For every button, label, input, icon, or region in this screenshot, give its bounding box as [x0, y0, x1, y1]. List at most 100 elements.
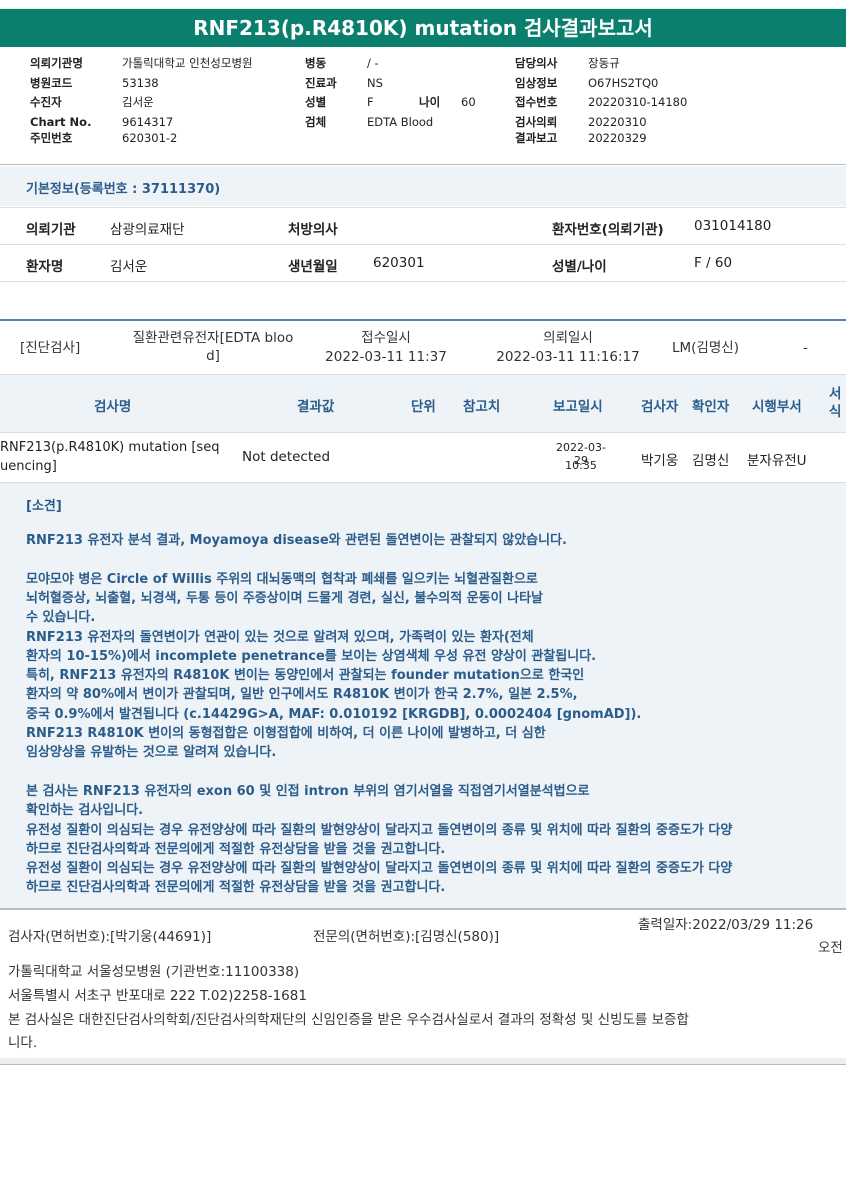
value-request-date: 20220310	[588, 114, 647, 129]
opinion-line: 임상양상을 유발하는 것으로 알려져 있습니다.	[26, 745, 277, 761]
bottom-band	[0, 1058, 846, 1065]
basic-info-title: 기본정보(등록번호 : 37111370)	[26, 182, 221, 197]
received-datetime: 2022-03-11 11:37	[325, 349, 447, 365]
value-dept: NS	[367, 75, 383, 90]
info-row-1: 의뢰기관 삼광의료재단 처방의사 환자번호(의뢰기관) 031014180	[0, 207, 846, 245]
header-col1: 의뢰기관명 가톨릭대학교 인천성모병원 병원코드 53138 수진자 김서운 Char…	[30, 54, 253, 149]
th-form: 서식	[829, 386, 842, 420]
diag-specimen: 질환관련유전자[EDTA bloo d]	[118, 329, 308, 365]
value-patient-name: 김서운	[110, 259, 148, 275]
label-patient-name: 환자명	[26, 259, 64, 275]
label-age: 나이	[419, 95, 441, 109]
value-receipt-no: 20220310-14180	[588, 95, 688, 109]
label-dept: 진료과	[305, 75, 337, 90]
label-ward: 병동	[305, 56, 327, 70]
th-unit: 단위	[411, 399, 436, 415]
value-rrn: 620301-2	[122, 131, 178, 145]
label-clinical: 임상정보	[515, 75, 558, 90]
value-hosp-code: 53138	[122, 75, 159, 90]
opinion-line: 하므로 진단검사의학과 전문의에게 적절한 유전상담을 받을 것을 권고합니다.	[26, 880, 446, 896]
label-req-org-2: 의뢰기관	[26, 222, 76, 238]
value-req-org-2: 삼광의료재단	[110, 222, 185, 238]
row-confirmer: 김명신	[692, 453, 730, 469]
row-result: Not detected	[242, 449, 331, 465]
requested-datetime: 2022-03-11 11:16:17	[496, 349, 640, 365]
diag-specimen-line1: 질환관련유전자[EDTA bloo	[132, 330, 294, 346]
value-specimen: EDTA Blood	[367, 114, 434, 129]
row-test-name-line1: RNF213(p.R4810K) mutation [seq	[0, 440, 220, 455]
opinion-line: RNF213 유전자의 돌연변이가 연관이 있는 것으로 알려져 있으며, 가족…	[26, 629, 534, 645]
opinion-title: [소견]	[26, 499, 62, 514]
opinion-line: 본 검사는 RNF213 유전자의 exon 60 및 인접 intron 부위…	[26, 783, 590, 799]
header-col2: 병동 / - 진료과 NS 성별 F 나이 60 검체 EDTA Blood	[305, 54, 476, 132]
th-result: 결과값	[297, 399, 335, 415]
label-sex-age: 성별/나이	[552, 259, 607, 275]
basic-info-header: 기본정보(등록번호 : 37111370)	[0, 166, 846, 206]
info-row-2: 환자명 김서운 생년월일 620301 성별/나이 F / 60	[0, 244, 846, 282]
value-req-org: 가톨릭대학교 인천성모병원	[122, 56, 253, 70]
opinion-line: 환자의 약 80%에서 변이가 관찰되며, 일반 인구에서도 R4810K 변이…	[26, 687, 578, 703]
footer-hospital: 가톨릭대학교 서울성모병원 (기관번호:11100338)	[8, 964, 300, 980]
diag-dash: -	[803, 340, 808, 356]
row-test-name: RNF213(p.R4810K) mutation [seq uencing]	[0, 438, 219, 476]
label-doctor: 담당의사	[515, 56, 558, 70]
opinion-line: 하므로 진단검사의학과 전문의에게 적절한 유전상담을 받을 것을 권고합니다.	[26, 841, 446, 857]
th-confirmer: 확인자	[692, 399, 730, 415]
opinion-line: 유전성 질환이 의심되는 경우 유전양상에 따라 질환의 발현양상이 달라지고 …	[26, 861, 733, 877]
row-dept: 분자유전U	[747, 453, 807, 469]
value-chart-no: 9614317	[122, 114, 174, 129]
value-patient: 김서운	[122, 95, 154, 109]
report-title: RNF213(p.R4810K) mutation 검사결과보고서	[0, 8, 846, 47]
value-doctor: 장동규	[588, 56, 620, 70]
divider	[0, 319, 846, 321]
footer: 검사자(면허번호):[박기웅(44691)] 전문의(면허번호):[김명신(58…	[0, 910, 846, 1060]
footer-tester: 검사자(면허번호):[박기웅(44691)]	[8, 929, 212, 945]
footer-cert-line1: 본 검사실은 대한진단검사의학회/진단검사의학재단의 신임인증을 받은 우수검사…	[8, 1012, 689, 1028]
footer-address: 서울특별시 서초구 반포대로 222 T.02)2258-1681	[8, 988, 307, 1004]
opinion-line: 유전성 질환이 의심되는 경우 유전양상에 따라 질환의 발현양상이 달라지고 …	[26, 822, 733, 838]
footer-printed: 출력일자:2022/03/29 11:26	[638, 917, 814, 933]
th-test-name: 검사명	[94, 399, 132, 415]
label-rrn: 주민번호	[30, 131, 73, 145]
opinion-line: 확인하는 검사입니다.	[26, 803, 144, 819]
value-clinical: O67HS2TQ0	[588, 75, 659, 90]
opinion-line: RNF213 R4810K 변이의 동형접합은 이형접합에 비하여, 더 이른 …	[26, 726, 546, 741]
opinion-line: 뇌허혈증상, 뇌출혈, 뇌경색, 두통 등이 주증상이며 드물게 경련, 실신,…	[26, 590, 543, 606]
label-specimen: 검체	[305, 114, 327, 129]
th-dept: 시행부서	[752, 399, 802, 415]
value-sex: F	[367, 95, 374, 109]
value-dob: 620301	[373, 255, 425, 271]
value-sex-age: F / 60	[694, 255, 733, 271]
label-prescriber: 처방의사	[288, 222, 338, 238]
opinion-line: 모야모야 병은 Circle of Willis 주위의 대뇌동맥의 협착과 폐…	[26, 571, 538, 587]
footer-specialist: 전문의(면허번호):[김명신(580)]	[313, 929, 500, 945]
label-dob: 생년월일	[288, 259, 338, 275]
footer-ampm: 오전	[818, 940, 843, 956]
table-row: RNF213(p.R4810K) mutation [seq uencing] N…	[0, 432, 846, 482]
value-age: 60	[461, 95, 476, 109]
opinion-line: 환자의 10-15%)에서 incomplete penetrance를 보이는…	[26, 648, 597, 664]
row-test-name-line2: uencing]	[0, 459, 57, 474]
divider	[0, 164, 846, 165]
label-hosp-code: 병원코드	[30, 75, 73, 90]
label-report-date: 결과보고	[515, 131, 558, 145]
value-ward: / -	[367, 56, 379, 70]
th-tester: 검사자	[641, 399, 679, 415]
received-label: 접수일시	[361, 330, 411, 346]
opinion-line: 수 있습니다.	[26, 610, 96, 626]
label-req-org: 의뢰기관명	[30, 56, 83, 70]
opinion-line: 중국 0.9%에서 발견됩니다 (c.14429G>A, MAF: 0.0101…	[26, 706, 642, 722]
label-patient: 수진자	[30, 95, 62, 109]
th-reference: 참고치	[463, 399, 501, 415]
footer-cert-line2: 니다.	[8, 1035, 38, 1051]
value-patient-no: 031014180	[694, 218, 772, 234]
header-col3: 담당의사 장동규 임상정보 O67HS2TQ0 접수번호 20220310-14180…	[515, 54, 687, 149]
label-patient-no: 환자번호(의뢰기관)	[552, 222, 664, 238]
requested-label: 의뢰일시	[543, 330, 593, 346]
opinion-body: RNF213 유전자 분석 결과, Moyamoya disease와 관련된 …	[0, 519, 846, 908]
th-report-date: 보고일시	[553, 399, 603, 415]
label-sex: 성별	[305, 95, 327, 109]
opinion-line: RNF213 유전자 분석 결과, Moyamoya disease와 관련된 …	[26, 533, 567, 548]
info-row-spacer	[0, 281, 846, 319]
value-report-date: 20220329	[588, 131, 647, 145]
